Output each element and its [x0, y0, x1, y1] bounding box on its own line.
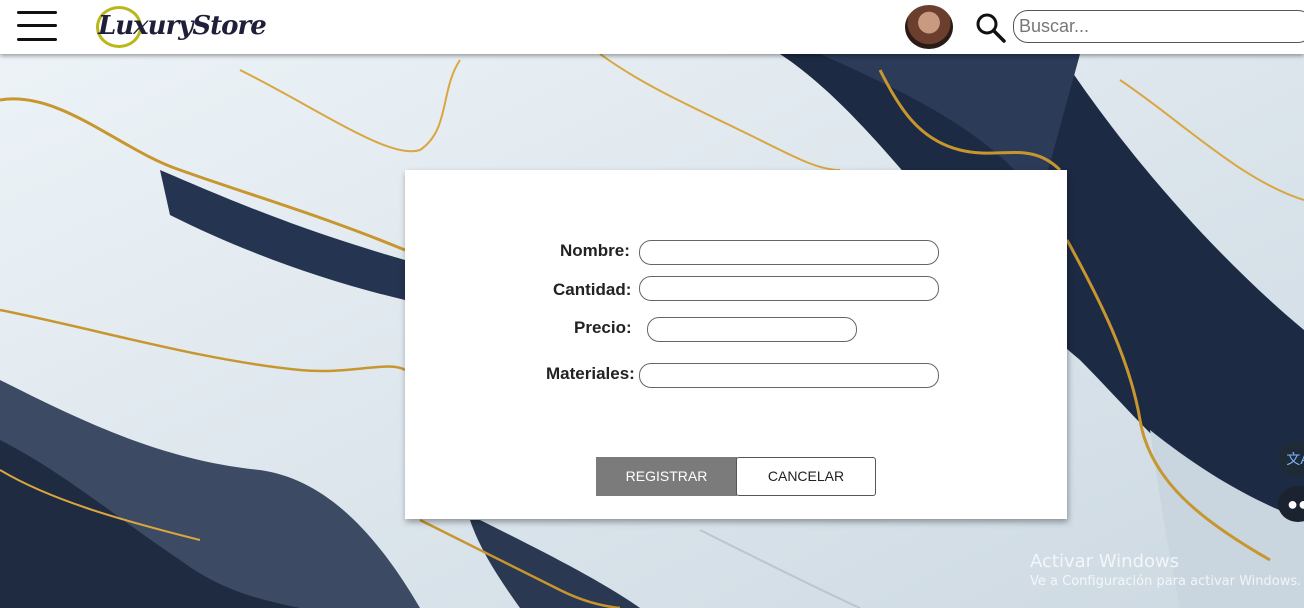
nombre-input[interactable]: [639, 240, 939, 265]
user-avatar[interactable]: [905, 5, 953, 49]
cancel-button[interactable]: CANCELAR: [736, 457, 876, 496]
watermark-title: Activar Windows: [1030, 551, 1180, 572]
brand-logo[interactable]: LuxuryStore: [94, 3, 267, 51]
watermark-subtitle: Ve a Configuración para activar Windows.: [1030, 574, 1302, 589]
field-label-cantidad: Cantidad:: [553, 280, 632, 299]
materiales-input[interactable]: [639, 363, 939, 388]
search-icon[interactable]: [975, 13, 1007, 43]
activation-watermark: Activar Windows Ve a Configuración para …: [1030, 551, 1301, 589]
field-label-nombre: Nombre:: [560, 241, 630, 260]
precio-input[interactable]: [647, 317, 857, 342]
top-navbar: LuxuryStore: [0, 0, 1304, 54]
product-form-card: Nombre: Cantidad: Precio: Materiales: RE…: [405, 170, 1067, 519]
hamburger-icon[interactable]: [17, 10, 59, 42]
logo-text: LuxuryStore: [98, 11, 267, 41]
register-button[interactable]: REGISTRAR: [596, 457, 737, 496]
search-input[interactable]: [1013, 10, 1304, 43]
cantidad-input[interactable]: [639, 276, 939, 301]
field-label-precio: Precio:: [574, 318, 632, 337]
field-label-materiales: Materiales:: [546, 364, 635, 383]
